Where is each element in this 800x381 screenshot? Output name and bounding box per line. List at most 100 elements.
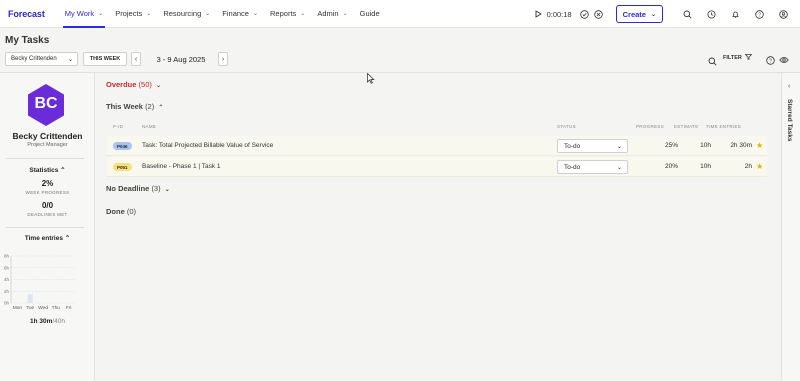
y-tick-label: 8h <box>4 254 10 259</box>
clock-icon[interactable] <box>704 7 718 21</box>
col-estimate: ESTIMATE <box>674 124 699 129</box>
nav-item-guide[interactable]: Guide <box>354 0 386 28</box>
main-nav: My Work ⌄ Projects ⌄ Resourcing ⌄ Finance ⌄ … <box>59 0 386 28</box>
chevron-down-icon: ⌄ <box>300 11 306 17</box>
time-entries-value: 2h 30m <box>730 142 752 149</box>
timer-display: 0:00:18 <box>546 9 572 19</box>
status-select[interactable]: To-do ⌄ <box>557 160 628 174</box>
table-row[interactable]: P051 Baseline - Phase 1 | Task 1 To-do ⌄… <box>106 157 767 177</box>
avatar: BC <box>26 83 66 127</box>
star-icon[interactable]: ★ <box>756 162 763 171</box>
col-status: STATUS <box>557 124 576 129</box>
group-label: Overdue <box>106 80 137 89</box>
this-week-button[interactable]: THIS WEEK <box>83 52 127 66</box>
group-label: No Deadline <box>106 184 150 193</box>
group-count: (0) <box>126 207 137 216</box>
time-entries-toggle[interactable]: Time entries ⌃ <box>0 234 95 242</box>
table-header: P-ID NAME STATUS PROGRESS ESTIMATE TIME … <box>95 124 781 132</box>
nav-item-admin[interactable]: Admin ⌄ <box>311 0 353 28</box>
chevron-down-icon: ⌄ <box>155 83 161 89</box>
nav-item-my-work[interactable]: My Work ⌄ <box>59 0 109 28</box>
project-id-badge[interactable]: P046 <box>113 142 132 150</box>
create-label: Create <box>622 9 646 19</box>
chevron-left-icon[interactable]: ‹ <box>788 83 790 90</box>
search-icon[interactable] <box>680 7 694 21</box>
profile-sidebar: BC Becky Crittenden Project Manager Stat… <box>0 73 95 381</box>
nav-label: Guide <box>359 9 380 18</box>
create-button[interactable]: Create ⌄ <box>615 5 663 23</box>
group-count: (3) <box>151 184 161 193</box>
nav-item-reports[interactable]: Reports ⌄ <box>264 0 311 28</box>
nav-item-finance[interactable]: Finance ⌄ <box>216 0 264 28</box>
help-icon[interactable]: ? <box>752 7 766 21</box>
nav-item-resourcing[interactable]: Resourcing ⌄ <box>157 0 216 28</box>
progress-value: 20% <box>664 163 678 170</box>
y-tick-label: 6h <box>4 265 10 270</box>
chevron-down-icon: ⌄ <box>164 187 170 193</box>
nav-item-projects[interactable]: Projects ⌄ <box>109 0 157 28</box>
help-icon[interactable]: ? <box>763 53 777 67</box>
x-tick-label: Thu <box>52 305 61 311</box>
close-circle-icon[interactable] <box>592 7 606 21</box>
next-week-button[interactable]: › <box>218 52 228 66</box>
group-count: (2) <box>145 102 155 111</box>
y-tick-label: 4h <box>4 277 10 282</box>
eye-icon[interactable] <box>777 53 791 67</box>
filter-button[interactable]: FILTER <box>723 54 753 62</box>
check-circle-icon[interactable] <box>578 7 592 21</box>
y-tick-label: 0h <box>4 301 10 306</box>
estimate-value: 10h <box>700 163 711 170</box>
chevron-up-icon: ⌃ <box>64 235 71 242</box>
project-id-badge[interactable]: P051 <box>113 163 132 171</box>
chevron-down-icon: ⌄ <box>98 11 104 17</box>
filter-label: FILTER <box>723 55 742 61</box>
avatar-initials: BC <box>34 95 58 112</box>
top-navigation-bar: Forecast My Work ⌄ Projects ⌄ Resourcing ⌄ … <box>0 0 800 28</box>
star-icon[interactable]: ★ <box>756 141 763 150</box>
time-total-value: 1h 30m <box>29 318 53 325</box>
nav-label: Projects <box>115 9 143 18</box>
group-done[interactable]: Done (0) <box>106 207 136 216</box>
tasks-main: Overdue (50) ⌄ This Week (2) ⌃ P-ID NAME… <box>95 73 781 381</box>
filter-icon <box>744 54 753 62</box>
chevron-down-icon: ⌄ <box>67 56 73 63</box>
status-select[interactable]: To-do ⌄ <box>557 139 628 153</box>
app-logo[interactable]: Forecast <box>8 9 45 19</box>
chevron-down-icon: ⌄ <box>205 11 211 17</box>
task-name[interactable]: Baseline - Phase 1 | Task 1 <box>142 163 221 170</box>
col-time-entries: TIME ENTRIES <box>706 124 742 129</box>
chevron-down-icon: ⌄ <box>146 11 152 17</box>
chevron-up-icon: ⌃ <box>60 167 66 174</box>
table-row[interactable]: P046 Task: Total Projected Billable Valu… <box>106 136 767 156</box>
statistics-toggle[interactable]: Statistics ⌃ <box>0 166 95 174</box>
deadlines-value: 0/0 <box>41 201 54 210</box>
topbar-actions: 0:00:18 Create ⌄ ? <box>531 0 800 28</box>
group-no-deadline[interactable]: No Deadline (3) ⌄ <box>106 184 170 193</box>
x-tick-label: Fri <box>66 305 72 311</box>
y-tick-label: 2h <box>4 289 10 294</box>
chevron-down-icon: ⌄ <box>252 11 259 17</box>
search-icon[interactable] <box>705 54 719 68</box>
deadlines-label: DEADLINES MET <box>27 212 68 217</box>
starred-tasks-panel[interactable]: ‹ Starred Tasks <box>781 73 800 381</box>
group-this-week[interactable]: This Week (2) ⌃ <box>106 102 163 111</box>
tasks-toolbar: Becky Crittenden ⌄ THIS WEEK ‹ 3 - 9 Aug… <box>0 50 800 70</box>
chevron-up-icon: ⌃ <box>158 105 164 111</box>
play-icon[interactable] <box>531 7 545 21</box>
divider <box>6 158 84 159</box>
date-range: 3 - 9 Aug 2025 <box>156 55 206 64</box>
previous-week-button[interactable]: ‹ <box>131 52 141 66</box>
col-name: NAME <box>142 124 157 129</box>
status-value: To-do <box>564 142 581 150</box>
svg-text:?: ? <box>758 12 761 18</box>
group-overdue[interactable]: Overdue (50) ⌄ <box>106 80 161 89</box>
nav-label: My Work <box>64 9 95 18</box>
person-select[interactable]: Becky Crittenden ⌄ <box>5 52 78 66</box>
user-icon[interactable] <box>776 7 790 21</box>
time-entries-label: Time entries <box>24 235 63 242</box>
status-value: To-do <box>564 163 581 171</box>
bell-icon[interactable] <box>728 7 742 21</box>
task-name[interactable]: Task: Total Projected Billable Value of … <box>142 142 273 149</box>
nav-label: Admin <box>317 9 339 18</box>
chevron-down-icon: ⌄ <box>616 143 622 150</box>
